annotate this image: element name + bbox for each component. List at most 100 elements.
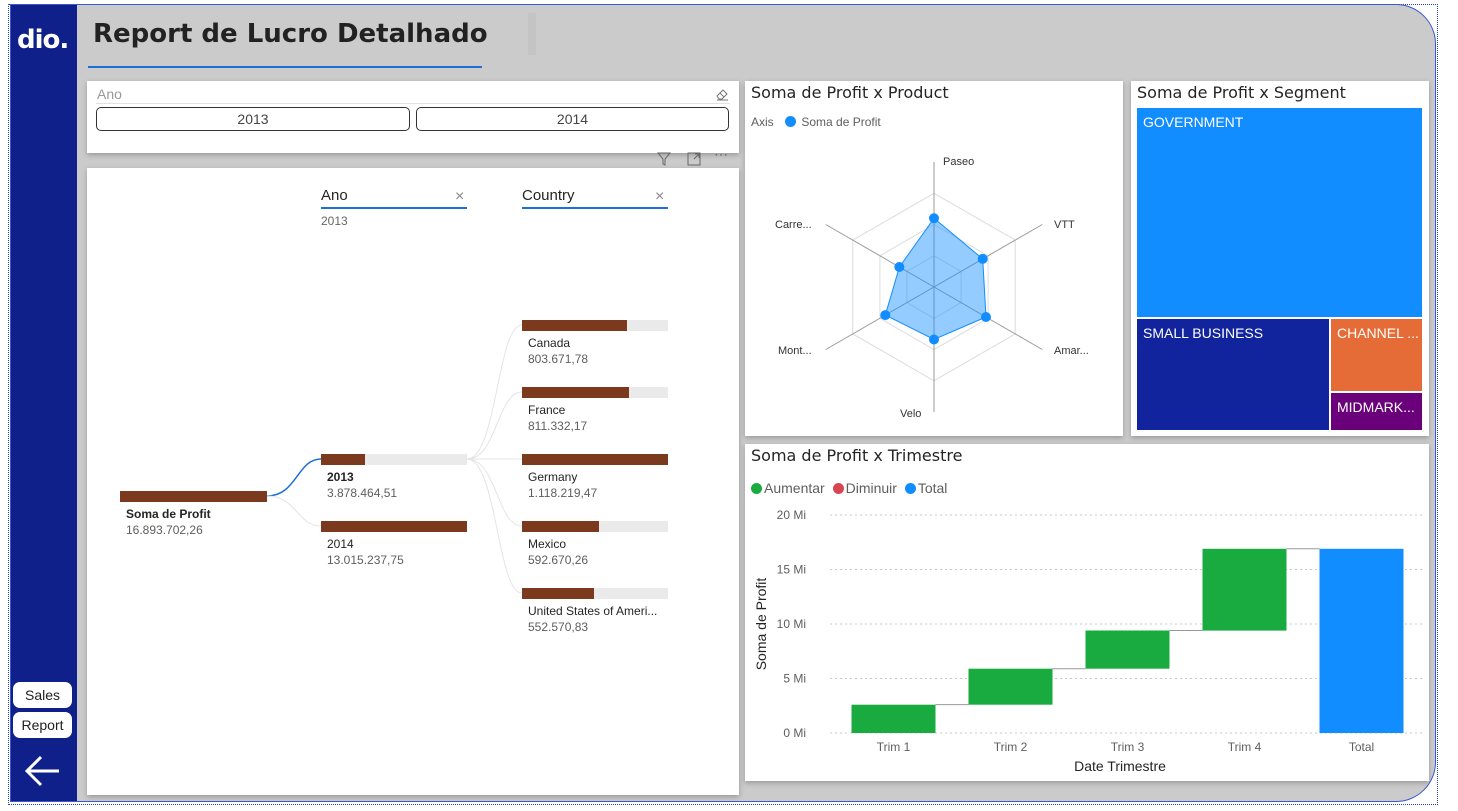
decomposition-tree: Ano × 2013 Country × Soma de Profit 16.8… xyxy=(87,168,739,795)
country-node-4-bar-track[interactable] xyxy=(522,588,668,599)
dio-logo: dio. xyxy=(17,25,69,55)
radar-axis-label-3: Velo xyxy=(900,408,922,420)
waterfall-ytick-label: 20 Mi xyxy=(777,508,806,522)
waterfall-bar-total[interactable] xyxy=(1319,548,1404,733)
radar-point-3[interactable] xyxy=(929,334,939,345)
treemap-cell-midmarket[interactable]: MIDMARK... xyxy=(1331,393,1422,430)
country-node-2-value: 1.118.219,47 xyxy=(528,486,598,500)
report-nav-button[interactable]: Report xyxy=(13,712,72,738)
radar-axis-label-2: Amar... xyxy=(1054,345,1089,357)
radar-chart-card: Soma de Profit x Product Axis Soma de Pr… xyxy=(745,81,1123,436)
sales-nav-button[interactable]: Sales xyxy=(13,682,72,708)
year-node-2013-name: 2013 xyxy=(327,470,354,484)
report-canvas: dio. Sales Report Report de Lucro Detalh… xyxy=(10,4,1436,802)
year-node-2014-bar-fill xyxy=(321,521,467,532)
waterfall-bar-increase-0[interactable] xyxy=(851,704,936,733)
waterfall-plot: 0 Mi 5 Mi 10 Mi 15 Mi 20 Mi Trim 1 Trim 2 Trim … xyxy=(753,508,1425,774)
radar-point-4[interactable] xyxy=(880,310,891,321)
root-label: Soma de Profit xyxy=(126,507,211,521)
sidebar: dio. Sales Report xyxy=(11,5,77,801)
country-node-4-label: United States of Ameri... 552.570,83 xyxy=(528,603,657,635)
waterfall-xtick-label: Trim 1 xyxy=(877,740,911,754)
country-node-3-value: 592.670,26 xyxy=(528,553,589,567)
country-node-3-bar-fill xyxy=(522,521,599,532)
filter-icon[interactable] xyxy=(656,151,672,167)
year-slicer: Ano 2013 2014 xyxy=(87,81,739,153)
waterfall-ytick-label: 5 Mi xyxy=(783,672,806,686)
slicer-label: Ano xyxy=(97,86,122,102)
title-underline xyxy=(88,66,482,68)
waterfall-xaxis-title: Date Trimestre xyxy=(1074,758,1166,774)
root-value: 16.893.702,26 xyxy=(126,523,203,537)
country-node-4-value: 552.570,83 xyxy=(528,620,589,634)
country-node-2-bar-track[interactable] xyxy=(522,454,668,465)
radar-point-0[interactable] xyxy=(929,213,939,224)
country-node-3-bar-track[interactable] xyxy=(522,521,668,532)
country-node-4-bar-fill xyxy=(522,588,594,599)
country-node-1-bar-track[interactable] xyxy=(522,387,668,398)
country-node-0-bar-track[interactable] xyxy=(522,320,668,331)
year-node-2013-bar-fill xyxy=(321,454,365,465)
country-node-0-name: Canada xyxy=(528,336,571,350)
year-node-2013-bar-track[interactable] xyxy=(321,454,467,465)
country-node-2-label: Germany 1.118.219,47 xyxy=(528,469,597,501)
radar-axis-label-5: Carre... xyxy=(775,219,812,231)
country-node-1-name: France xyxy=(528,403,566,417)
waterfall-ytick-label: 15 Mi xyxy=(777,563,806,577)
treemap-cell-government[interactable]: GOVERNMENT xyxy=(1137,108,1422,317)
eraser-icon[interactable] xyxy=(715,87,729,101)
waterfall-xtick-label: Trim 2 xyxy=(994,740,1028,754)
radar-axis-label-0: Paseo xyxy=(943,156,975,168)
country-node-0-bar-fill xyxy=(522,320,627,331)
waterfall-bar-increase-2[interactable] xyxy=(1085,630,1170,669)
country-node-3-label: Mexico 592.670,26 xyxy=(528,536,588,568)
visual-toolbar: ⋯ xyxy=(656,146,740,168)
year-node-2014-bar-track[interactable] xyxy=(321,521,467,532)
treemap-cell-channel[interactable]: CHANNEL ... xyxy=(1331,319,1422,391)
waterfall-ytick-label: 10 Mi xyxy=(777,617,806,631)
country-node-1-label: France 811.332,17 xyxy=(528,402,587,434)
waterfall-ytick-label: 0 Mi xyxy=(783,726,806,740)
country-node-1-value: 811.332,17 xyxy=(528,419,588,433)
title-divider xyxy=(528,13,536,55)
year-node-2014-label: 2014 13.015.237,75 xyxy=(327,536,404,568)
radar-point-2[interactable] xyxy=(980,312,991,322)
tree-connectors xyxy=(266,324,523,594)
root-node-label: Soma de Profit 16.893.702,26 xyxy=(126,506,211,538)
waterfall-xtick-label: Trim 3 xyxy=(1111,740,1145,754)
waterfall-xtick-label: Total xyxy=(1349,740,1374,754)
slicer-option-2014[interactable]: 2014 xyxy=(416,107,729,131)
year-node-2014-value: 13.015.237,75 xyxy=(327,553,404,567)
waterfall-chart-card: Soma de Profit x Trimestre Aumentar Dimi… xyxy=(745,444,1429,781)
treemap-card: Soma de Profit x Segment GOVERNMENT SMAL… xyxy=(1131,81,1429,436)
country-node-2-bar-fill xyxy=(522,454,668,465)
focus-mode-icon[interactable] xyxy=(686,151,702,167)
radar-point-5[interactable] xyxy=(894,262,905,272)
waterfall-bar-increase-3[interactable] xyxy=(1202,548,1287,631)
page-title: Report de Lucro Detalhado xyxy=(93,19,488,49)
radar-axis-label-4: Mont... xyxy=(778,345,812,357)
radar-axis-label-1: VTT xyxy=(1054,219,1075,231)
slicer-divider xyxy=(96,103,730,104)
waterfall-xtick-label: Trim 4 xyxy=(1228,740,1262,754)
year-node-2013-label: 2013 3.878.464,51 xyxy=(327,469,397,501)
radar-plot xyxy=(825,162,1043,412)
arrow-left-icon[interactable] xyxy=(23,751,63,791)
country-node-0-value: 803.671,78 xyxy=(528,352,589,366)
country-node-2-name: Germany xyxy=(528,470,578,484)
treemap-cell-small-business[interactable]: SMALL BUSINESS xyxy=(1137,319,1329,430)
country-node-1-bar-fill xyxy=(522,387,629,398)
slicer-option-2013[interactable]: 2013 xyxy=(96,107,410,131)
waterfall-bar-increase-1[interactable] xyxy=(968,668,1053,705)
radar-series-area xyxy=(884,217,987,341)
country-node-0-label: Canada 803.671,78 xyxy=(528,335,588,367)
radar-point-1[interactable] xyxy=(977,253,988,264)
more-options-icon[interactable]: ⋯ xyxy=(714,146,728,163)
year-node-2013-value: 3.878.464,51 xyxy=(327,486,398,500)
country-node-4-name: United States of Ameri... xyxy=(528,604,658,618)
country-node-3-name: Mexico xyxy=(528,537,567,551)
waterfall-yaxis-title: Soma de Profit xyxy=(753,578,769,671)
root-bar[interactable] xyxy=(120,491,267,502)
treemap-title: Soma de Profit x Segment xyxy=(1137,83,1346,102)
year-node-2014-name: 2014 xyxy=(327,537,354,551)
